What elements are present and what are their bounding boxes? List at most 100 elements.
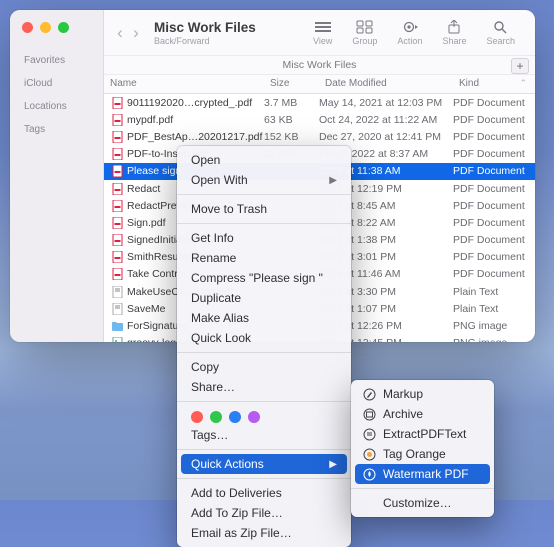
- pdf-file-icon: [112, 148, 123, 160]
- window-title: Misc Work Files: [154, 20, 256, 35]
- file-size: 63 KB: [264, 114, 319, 126]
- nav-buttons: ‹ ›: [112, 19, 144, 47]
- menu-share[interactable]: Share…: [177, 377, 351, 397]
- txt-file-icon: [112, 286, 123, 298]
- pdf-file-icon: [112, 268, 123, 280]
- archive-icon: [363, 408, 376, 421]
- menu-add-deliveries[interactable]: Add to Deliveries: [177, 483, 351, 503]
- pdf-file-icon: [112, 200, 123, 212]
- submenu-watermark[interactable]: Watermark PDF: [355, 464, 490, 484]
- tag-red-icon[interactable]: [191, 411, 203, 423]
- action-button[interactable]: Action: [387, 20, 432, 46]
- pdf-file-icon: [112, 234, 123, 246]
- view-button[interactable]: View: [303, 20, 342, 46]
- pdf-file-icon: [112, 97, 123, 109]
- group-button[interactable]: Group: [342, 20, 387, 46]
- png-file-icon: [112, 337, 123, 342]
- pdf-file-icon: [112, 183, 123, 195]
- sidebar-section-locations[interactable]: Locations: [10, 95, 103, 118]
- table-row[interactable]: 9011192020…crypted_.pdf3.7 MBMay 14, 202…: [104, 94, 535, 111]
- tag-purple-icon[interactable]: [248, 411, 260, 423]
- col-kind[interactable]: Kind⌃: [453, 75, 535, 93]
- watermark-icon: [363, 468, 376, 481]
- add-tab-button[interactable]: +: [511, 58, 529, 74]
- file-kind: PNG image: [453, 337, 535, 342]
- column-headers: Name Size Date Modified Kind⌃: [104, 75, 535, 94]
- minimize-icon[interactable]: [40, 22, 51, 33]
- sidebar: Favorites iCloud Locations Tags: [10, 10, 104, 342]
- toolbar: ‹ › Misc Work Files Back/Forward View Gr…: [104, 10, 535, 56]
- tag-blue-icon[interactable]: [229, 411, 241, 423]
- file-kind: PDF Document: [453, 200, 535, 212]
- file-name: SaveMe: [127, 303, 166, 315]
- sidebar-section-favorites[interactable]: Favorites: [10, 49, 103, 72]
- close-icon[interactable]: [22, 22, 33, 33]
- search-icon: [492, 20, 510, 34]
- back-button[interactable]: ‹: [112, 19, 128, 47]
- menu-move-trash[interactable]: Move to Trash: [177, 199, 351, 219]
- file-kind: PDF Document: [453, 251, 535, 263]
- menu-compress[interactable]: Compress "Please sign ": [177, 268, 351, 288]
- file-kind: PDF Document: [453, 165, 535, 177]
- file-name: Sign.pdf: [127, 217, 166, 229]
- file-kind: Plain Text: [453, 286, 535, 298]
- menu-get-info[interactable]: Get Info: [177, 228, 351, 248]
- table-row[interactable]: mypdf.pdf63 KBOct 24, 2022 at 11:22 AMPD…: [104, 111, 535, 128]
- file-date: Dec 27, 2020 at 12:41 PM: [319, 131, 453, 143]
- menu-open[interactable]: Open: [177, 150, 351, 170]
- txt-file-icon: [112, 303, 123, 315]
- pdf-file-icon: [112, 165, 123, 177]
- chevron-up-icon: ⌃: [519, 78, 527, 89]
- table-row[interactable]: PDF_BestAp…20201217.pdf152 KBDec 27, 202…: [104, 128, 535, 145]
- menu-tags[interactable]: Tags…: [177, 425, 351, 445]
- window-controls: [10, 18, 103, 49]
- zoom-icon[interactable]: [58, 22, 69, 33]
- share-button[interactable]: Share: [432, 20, 476, 46]
- submenu-markup[interactable]: Markup: [351, 384, 494, 404]
- gear-icon: [401, 20, 419, 34]
- tag-green-icon[interactable]: [210, 411, 222, 423]
- file-kind: PDF Document: [453, 183, 535, 195]
- submenu-tag-orange[interactable]: Tag Orange: [351, 444, 494, 464]
- file-kind: PNG image: [453, 320, 535, 332]
- menu-add-zip[interactable]: Add To Zip File…: [177, 503, 351, 523]
- file-kind: PDF Document: [453, 131, 535, 143]
- file-name: PDF_BestAp…20201217.pdf: [127, 131, 262, 143]
- folder-file-icon: [112, 320, 123, 332]
- sidebar-section-icloud[interactable]: iCloud: [10, 72, 103, 95]
- search-button[interactable]: Search: [476, 20, 525, 46]
- file-size: 3.7 MB: [264, 97, 319, 109]
- menu-make-alias[interactable]: Make Alias: [177, 308, 351, 328]
- share-icon: [445, 20, 463, 34]
- pdf-file-icon: [112, 131, 123, 143]
- menu-quick-actions[interactable]: Quick Actions▶: [181, 454, 347, 474]
- extract-icon: [363, 428, 376, 441]
- forward-button[interactable]: ›: [128, 19, 144, 47]
- menu-open-with[interactable]: Open With▶: [177, 170, 351, 190]
- submenu-extract[interactable]: ExtractPDFText: [351, 424, 494, 444]
- sidebar-section-tags[interactable]: Tags: [10, 118, 103, 141]
- pdf-file-icon: [112, 114, 123, 126]
- file-date: Oct 24, 2022 at 11:22 AM: [319, 114, 453, 126]
- menu-email-zip[interactable]: Email as Zip File…: [177, 523, 351, 543]
- menu-copy[interactable]: Copy: [177, 357, 351, 377]
- title-area: Misc Work Files Back/Forward: [154, 20, 256, 46]
- submenu-archive[interactable]: Archive: [351, 404, 494, 424]
- tag-icon: [363, 448, 376, 461]
- menu-rename[interactable]: Rename: [177, 248, 351, 268]
- menu-quick-look[interactable]: Quick Look: [177, 328, 351, 348]
- chevron-right-icon: ▶: [329, 459, 337, 470]
- file-size: 152 KB: [264, 131, 319, 143]
- menu-tag-colors: [177, 406, 351, 425]
- col-size[interactable]: Size: [264, 75, 319, 93]
- file-name: Redact: [127, 183, 160, 195]
- path-crumb[interactable]: Misc Work Files: [283, 59, 357, 71]
- menu-duplicate[interactable]: Duplicate: [177, 288, 351, 308]
- file-kind: PDF Document: [453, 148, 535, 160]
- quick-actions-submenu: Markup Archive ExtractPDFText Tag Orange…: [351, 380, 494, 517]
- context-menu: Open Open With▶ Move to Trash Get Info R…: [177, 146, 351, 547]
- grid-icon: [356, 20, 374, 34]
- submenu-customize[interactable]: Customize…: [351, 493, 494, 513]
- col-name[interactable]: Name: [104, 75, 264, 93]
- col-date[interactable]: Date Modified: [319, 75, 453, 93]
